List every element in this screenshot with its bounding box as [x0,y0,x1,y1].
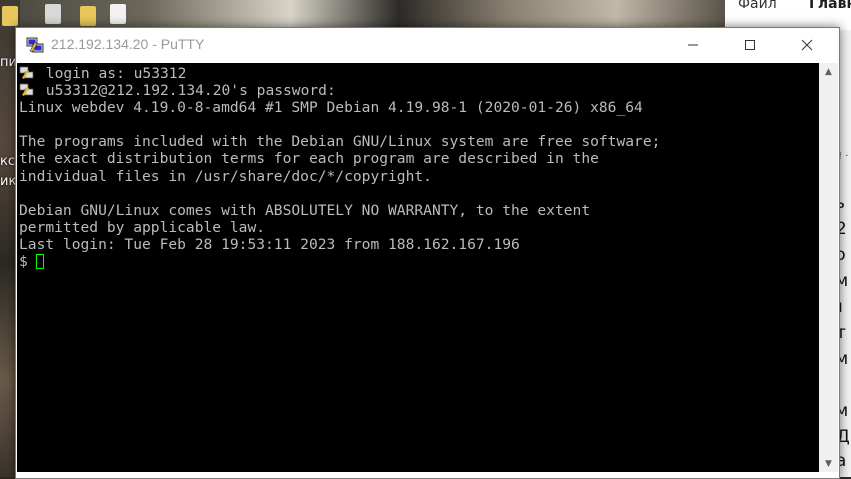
tab-home[interactable]: Главн [809,0,851,12]
shell-prompt: $ [19,253,28,271]
key-icon [19,83,37,97]
minimize-button[interactable] [670,28,716,62]
terminal-line: The programs included with the Debian GN… [19,133,661,151]
terminal-line: u53312@212.192.134.20's password: [19,82,819,99]
terminal-line: individual files in /usr/share/doc/*/cop… [19,167,432,185]
terminal-line: login as: u53312 [19,65,819,82]
close-button[interactable] [784,28,830,62]
maximize-button[interactable] [727,28,773,62]
desktop-label[interactable]: ик [0,174,16,189]
terminal-line: Last login: Tue Feb 28 19:53:11 2023 fro… [19,235,520,253]
desktop-wallpaper-top [0,0,725,30]
prompt-line[interactable]: $ [19,253,819,270]
tab-file[interactable]: Файл [738,0,777,12]
terminal-line: Debian GNU/Linux comes with ABSOLUTELY N… [19,201,591,219]
key-icon [19,66,37,80]
terminal-line: permitted by applicable law. [19,218,266,236]
window-title: 212.192.134.20 - PuTTY [51,36,205,52]
terminal-line-text: u53312@212.192.134.20's password: [37,82,336,100]
terminal-line-text: login as: u53312 [37,65,187,82]
minimize-icon [688,44,698,46]
ribbon-tabs: Файл Главн [725,0,851,22]
maximize-icon [745,40,755,50]
terminal-line: the exact distribution terms for each pr… [19,150,599,168]
title-bar[interactable]: 212.192.134.20 - PuTTY [16,28,839,62]
scroll-down-button[interactable]: ▼ [819,455,838,472]
desktop-folder-icon[interactable] [2,6,18,26]
text-cursor [35,254,44,270]
terminal-scrollbar[interactable]: ▲ ▼ [819,63,838,472]
close-icon [801,39,813,51]
desktop-file-icon[interactable] [45,4,61,24]
putty-icon[interactable] [26,36,44,54]
desktop-file-icon[interactable] [80,6,96,26]
putty-window[interactable]: 212.192.134.20 - PuTTY login as: u53312 … [15,27,840,479]
chevron-up-icon: ▲ [825,66,832,77]
desktop-label[interactable]: кс [0,154,15,169]
terminal-line: Linux webdev 4.19.0-8-amd64 #1 SMP Debia… [19,99,643,117]
terminal-screen[interactable]: login as: u53312 u53312@212.192.134.20's… [17,63,819,472]
scroll-up-button[interactable]: ▲ [819,63,838,80]
desktop-file-icon[interactable] [110,4,126,24]
chevron-down-icon: ▼ [825,458,832,469]
